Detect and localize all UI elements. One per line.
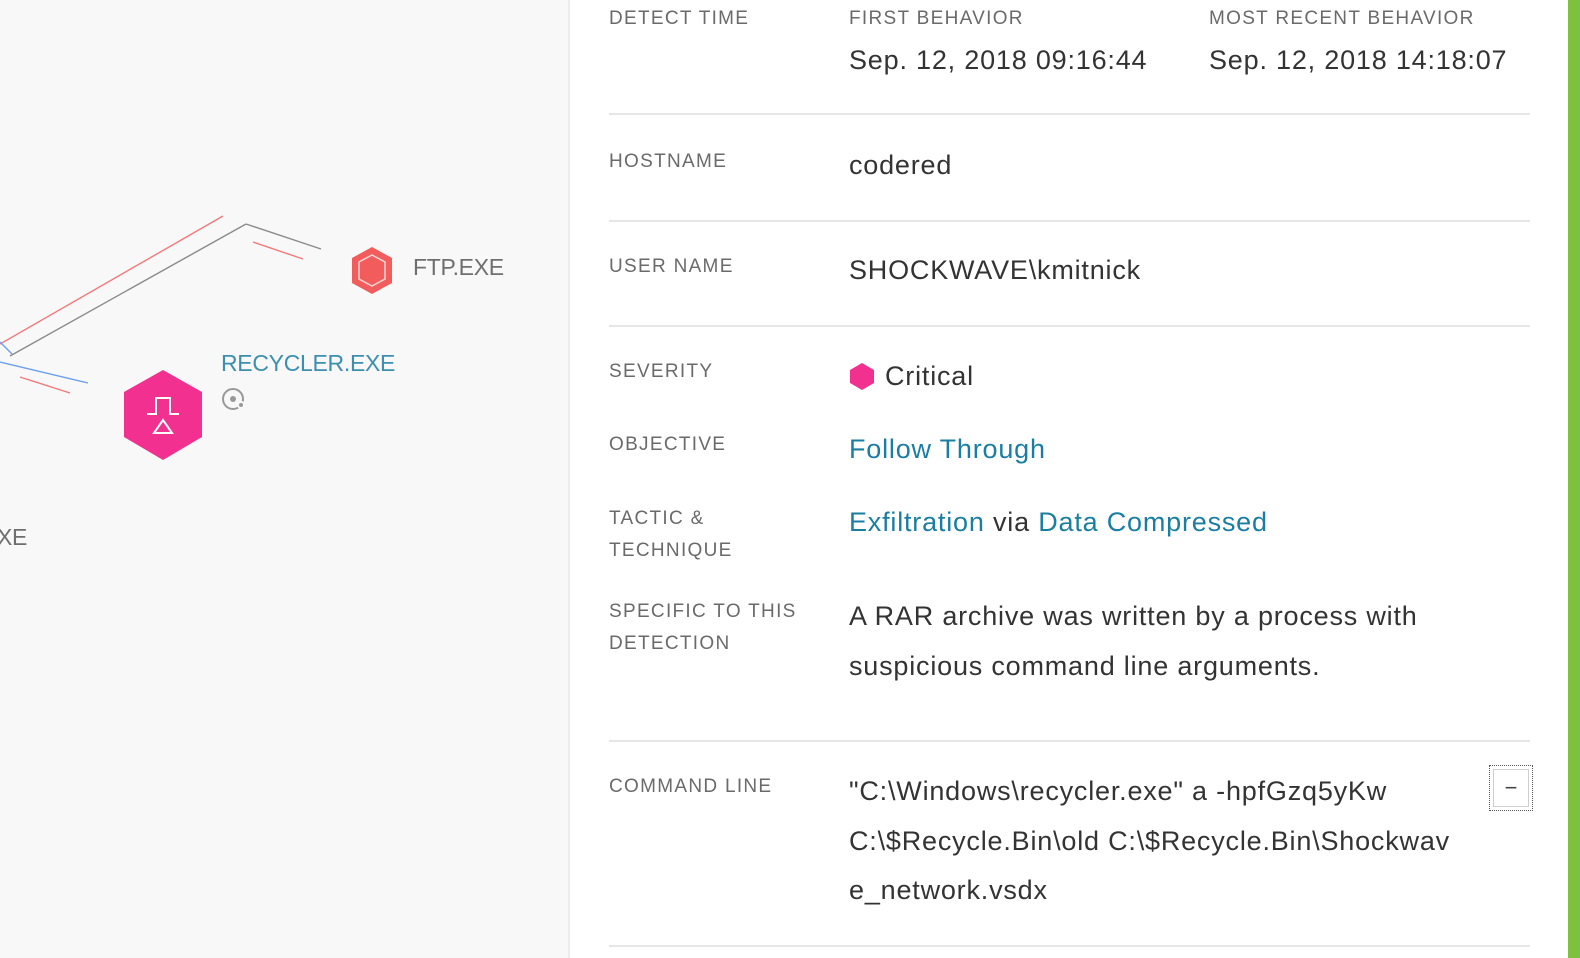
command-line-value-line3: e_network.vsdx bbox=[849, 875, 1048, 905]
hostname-value: codered bbox=[849, 150, 953, 180]
recycler-node-process-icon bbox=[124, 370, 202, 460]
detect-time-label: DETECT TIME bbox=[609, 8, 750, 29]
tactic-link[interactable]: Exfiltration bbox=[849, 507, 985, 537]
first-behavior-label: FIRST BEHAVIOR bbox=[849, 8, 1024, 29]
minus-icon: − bbox=[1493, 769, 1529, 807]
graph-edge bbox=[245, 223, 322, 250]
objective-link[interactable]: Follow Through bbox=[849, 424, 1046, 474]
most-recent-behavior-value: Sep. 12, 2018 14:18:07 bbox=[1209, 45, 1508, 75]
tactic-technique-label-line1: TACTIC & bbox=[609, 508, 705, 529]
divider bbox=[609, 113, 1530, 115]
severity-value: Critical bbox=[885, 361, 974, 391]
first-behavior-value: Sep. 12, 2018 09:16:44 bbox=[849, 45, 1148, 75]
specific-description-line2: suspicious command line arguments. bbox=[849, 651, 1321, 681]
command-line-value-line2: C:\$Recycle.Bin\old C:\$Recycle.Bin\Shoc… bbox=[849, 826, 1450, 856]
graph-edges bbox=[0, 215, 392, 460]
hostname-label: HOSTNAME bbox=[609, 151, 728, 172]
severity-label: SEVERITY bbox=[609, 361, 714, 382]
user-name-label: USER NAME bbox=[609, 256, 734, 277]
tactic-technique-label-line2: TECHNIQUE bbox=[609, 540, 733, 561]
graph-edge bbox=[0, 341, 13, 355]
specific-label-line2: DETECTION bbox=[609, 633, 731, 654]
tactic-technique-value: Exfiltration via Data Compressed bbox=[849, 497, 1268, 547]
objective-label: OBJECTIVE bbox=[609, 434, 727, 455]
ftp-exe-node-label[interactable]: FTP.EXE bbox=[413, 254, 504, 281]
ftp-node-hexagon-icon bbox=[352, 247, 392, 294]
command-line-label: COMMAND LINE bbox=[609, 776, 773, 797]
divider bbox=[609, 740, 1530, 742]
divider bbox=[609, 325, 1530, 327]
graph-edge bbox=[0, 215, 224, 345]
graph-edge bbox=[9, 223, 247, 357]
accent-bar bbox=[1568, 0, 1580, 958]
user-name-value: SHOCKWAVE\kmitnick bbox=[849, 255, 1141, 285]
recycler-exe-node-label[interactable]: RECYCLER.EXE bbox=[221, 350, 395, 377]
graph-edge bbox=[252, 241, 304, 260]
divider bbox=[609, 945, 1530, 947]
graph-edge bbox=[0, 361, 89, 384]
specific-description-line1: A RAR archive was written by a process w… bbox=[849, 601, 1418, 631]
severity-hexagon-icon bbox=[850, 363, 874, 390]
partial-exe-node-label[interactable]: XE bbox=[0, 524, 27, 551]
technique-link[interactable]: Data Compressed bbox=[1038, 507, 1268, 537]
command-line-value-line1: "C:\Windows\recycler.exe" a -hpfGzq5yKw bbox=[849, 776, 1388, 806]
target-icon bbox=[222, 388, 245, 410]
process-graph[interactable]: FTP.EXE RECYCLER.EXE XE bbox=[0, 0, 570, 958]
most-recent-behavior-label: MOST RECENT BEHAVIOR bbox=[1209, 8, 1475, 29]
graph-edge bbox=[19, 376, 71, 394]
collapse-button[interactable]: − bbox=[1489, 765, 1533, 811]
via-text: via bbox=[992, 507, 1030, 537]
divider bbox=[609, 220, 1530, 222]
specific-label-line1: SPECIFIC TO THIS bbox=[609, 601, 797, 622]
